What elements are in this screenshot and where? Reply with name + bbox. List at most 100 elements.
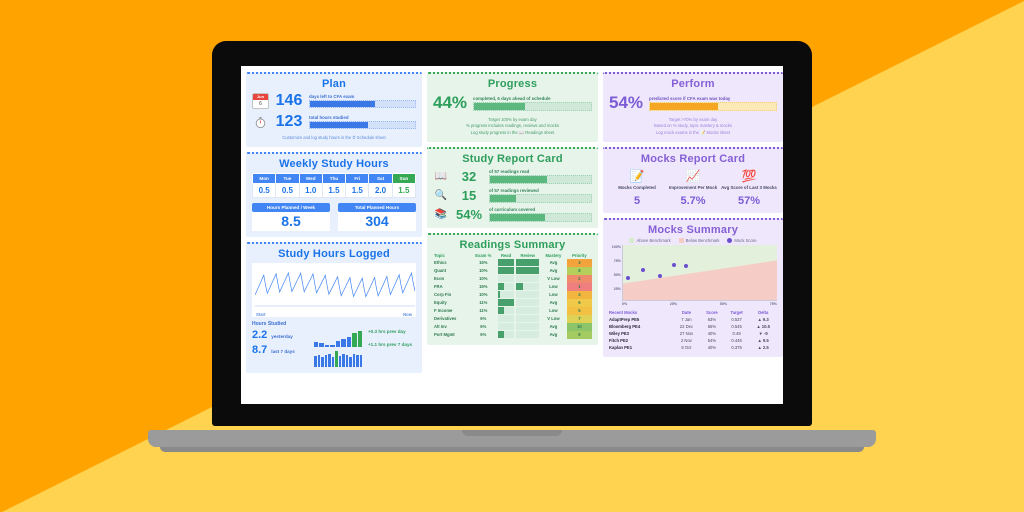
- readings-review-cell: [515, 307, 540, 315]
- readings-exam-pct: 10%: [479, 276, 488, 282]
- minibar: [324, 344, 330, 348]
- perform-label: predicted score if CFA exam was today: [649, 95, 731, 101]
- study-report-label: of curriculum covered: [489, 206, 536, 212]
- table-row: Wiley PE3 27 Nov 40% 0.49 ▼ -9: [609, 330, 777, 337]
- table-row: Port Mgmt 6% Avg 9: [433, 330, 592, 339]
- left-column: Plan Jun 6 146 days left to CFA exam 123…: [246, 72, 422, 374]
- mock-date: 22 Dec: [679, 323, 694, 329]
- x-tick-label: 50%: [719, 301, 728, 306]
- minibar: [346, 336, 352, 348]
- readings-exam-pct: 15%: [479, 284, 488, 290]
- x-tick-label: 0%: [622, 301, 628, 306]
- readings-priority: 5: [566, 306, 592, 315]
- minibar: [319, 343, 324, 348]
- readings-topic: Ethics: [434, 260, 447, 266]
- readings-priority: 10: [566, 322, 592, 331]
- readings-topic: Equity: [434, 300, 447, 306]
- weekly-values-row: 0.5 0.5 1.0 1.5 1.5 2.0 1.5: [251, 183, 417, 199]
- weekly-day-header: Thu: [321, 173, 347, 185]
- mock-target: 0.537: [731, 316, 742, 322]
- legend-item: Mock Score: [727, 237, 757, 243]
- readings-priority: 6: [566, 298, 592, 307]
- mocks-summary-title: Mocks Summary: [647, 223, 739, 236]
- weekly-day-header: Wed: [298, 173, 323, 185]
- readings-review-cell: [515, 299, 540, 307]
- study-report-bar-fill: [490, 194, 517, 202]
- days-left-value: 146: [275, 92, 303, 109]
- weekly-day-header: Sat: [368, 173, 393, 185]
- legend-item: Below Benchmark: [678, 237, 719, 243]
- minibar: [349, 356, 352, 368]
- mock-name: Bloomberg PE4: [609, 323, 641, 329]
- plan-row-hours-studied: 123 total hours studied: [252, 113, 416, 131]
- readings-priority: 3: [566, 258, 592, 267]
- readings-exam-pct: 6%: [480, 324, 487, 330]
- hours-studied-label: total hours studied: [309, 115, 349, 120]
- chart-data-point: [684, 263, 689, 268]
- study-report-card: Study Report Card 📖 32 of 57 readings read…: [427, 146, 598, 228]
- chart-x-axis: 0% 25% 50% 75%: [622, 301, 777, 306]
- readings-exam-pct: 10%: [479, 292, 488, 298]
- readings-mastery: Avg: [549, 268, 558, 274]
- readings-table: Topic Exam % Read Review Mastery Priority Eth…: [433, 253, 592, 339]
- readings-priority: 8: [566, 266, 592, 275]
- chart-plot-area[interactable]: [622, 244, 777, 301]
- books-icon: 📚: [434, 208, 448, 220]
- mock-target: 0.445: [731, 337, 742, 343]
- readings-mastery: V Low: [547, 276, 560, 282]
- mock-delta: ▲ 9.5: [757, 337, 769, 343]
- study-report-label: of 57 readings reviewed: [489, 187, 539, 193]
- hours-studied-values: 2.2 yesterday 8.7 last 7 days: [252, 329, 314, 367]
- readings-mastery: Low: [549, 284, 558, 290]
- stopwatch-icon: [252, 114, 269, 130]
- recent-mocks-table: Recent Mocks Date Score Target Delta AdaptPr…: [609, 309, 777, 351]
- minibar: [335, 351, 338, 368]
- study-report-bar-wrap: of curriculum covered: [489, 207, 592, 222]
- mock-target: 0.545: [731, 323, 742, 329]
- weekly-day-value: 0.5: [251, 183, 277, 199]
- mock-name: Kaplan PE1: [609, 344, 633, 350]
- readings-exam-pct: 10%: [479, 268, 488, 274]
- readings-read-cell: [497, 291, 515, 299]
- mocks-report-value: 57%: [737, 194, 761, 207]
- readings-topic: Alt Inv: [434, 324, 447, 330]
- calendar-icon: Jun 6: [252, 93, 269, 109]
- hours-planned-week-label: Hours Planned / Week: [252, 203, 330, 213]
- hours-studied-section-label: Hours Studied: [252, 321, 287, 328]
- readings-summary-card: Readings Summary Topic Exam % Read Review Ma…: [427, 232, 598, 345]
- recent-mocks-body: AdaptPrep PE5 7 Jan 63% 0.537 ▲ 9.3 Bloomberg…: [609, 316, 777, 351]
- mock-name: Fitch PE2: [609, 337, 629, 343]
- magnifier-icon: 🔍: [434, 189, 448, 201]
- readings-exam-pct: 6%: [480, 332, 487, 338]
- readings-mastery: Avg: [549, 324, 558, 330]
- weekly-day-value: 1.5: [345, 183, 370, 199]
- mocks-report-stat: 📈 Improvement Per Mock 5.7%: [665, 169, 721, 207]
- x-tick-label: 25%: [669, 301, 678, 306]
- readings-body: Ethics 15% Avg 3 Quant 10% Avg 8 Econ 10% V Low 2 FR…: [433, 258, 592, 339]
- pencil-note-icon: 📝: [629, 168, 645, 183]
- mocks-report-label: Mocks Completed: [618, 184, 656, 190]
- mock-date: 27 Nov: [679, 330, 694, 336]
- perform-bar-wrap: predicted score if CFA exam was today: [649, 96, 777, 111]
- hours-studied-bar-wrap: total hours studied: [309, 115, 416, 129]
- readings-read-cell: [497, 299, 515, 307]
- progress-title: Progress: [487, 78, 538, 90]
- mock-delta: ▲ 10.5: [756, 323, 770, 329]
- laptop-mockup: Plan Jun 6 146 days left to CFA exam 123…: [0, 0, 1024, 512]
- weekly-footer: Hours Planned / Week 8.5 Total Planned H…: [252, 203, 416, 232]
- mocks-report-value: 5.7%: [680, 194, 706, 207]
- progress-card: Progress 44% completed, 6 days ahead of …: [427, 72, 598, 142]
- study-report-value: 15: [461, 187, 477, 203]
- plan-row-days-left: Jun 6 146 days left to CFA exam: [252, 92, 416, 110]
- logged-title: Study Hours Logged: [278, 248, 390, 261]
- study-hours-logged-card: Study Hours Logged Start Now Hours Studi…: [246, 242, 422, 374]
- minibar: [338, 355, 341, 368]
- recent-mocks-column-header: Score: [706, 309, 718, 315]
- mocks-report-label: Improvement Per Mock: [668, 184, 718, 190]
- plan-card: Plan Jun 6 146 days left to CFA exam 123…: [246, 72, 422, 148]
- study-report-row: 📚 54% of curriculum covered: [433, 207, 592, 222]
- y-tick-label: 100%: [611, 244, 621, 249]
- readings-title: Readings Summary: [459, 238, 566, 251]
- readings-priority: 4: [566, 290, 592, 299]
- study-report-bar-track: [489, 193, 592, 203]
